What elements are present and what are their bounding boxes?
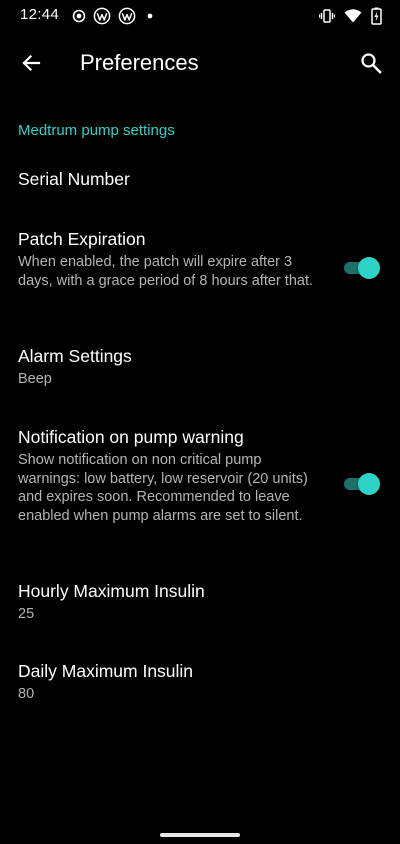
wordpress-icon xyxy=(93,7,111,25)
battery-charging-icon xyxy=(371,7,382,25)
pref-title: Serial Number xyxy=(18,169,130,189)
record-icon xyxy=(72,9,86,23)
status-bar: 12:44 xyxy=(0,0,400,32)
pump-warning-notification-toggle[interactable] xyxy=(342,472,380,495)
category-header: Medtrum pump settings xyxy=(18,122,175,139)
pref-summary: When enabled, the patch will expire afte… xyxy=(18,254,313,289)
switch-thumb xyxy=(358,473,380,495)
pref-notification-pump-warning[interactable]: Notification on pump warning Show notifi… xyxy=(18,426,318,525)
pref-alarm-settings[interactable]: Alarm Settings Beep xyxy=(18,345,318,389)
back-button[interactable] xyxy=(14,46,48,80)
status-time: 12:44 xyxy=(20,6,60,23)
page-title: Preferences xyxy=(80,50,199,75)
pref-title: Alarm Settings xyxy=(18,346,132,366)
pref-title: Patch Expiration xyxy=(18,229,146,249)
pref-hourly-max-insulin[interactable]: Hourly Maximum Insulin 25 xyxy=(18,580,318,624)
pref-patch-expiration[interactable]: Patch Expiration When enabled, the patch… xyxy=(18,228,318,290)
wordpress-icon xyxy=(118,7,136,25)
pref-serial-number[interactable]: Serial Number xyxy=(18,168,318,190)
switch-thumb xyxy=(358,257,380,279)
app-bar: Preferences xyxy=(0,32,400,92)
arrow-back-icon xyxy=(20,52,42,74)
pref-summary: Show notification on non critical pump w… xyxy=(18,452,308,524)
gesture-nav-bar[interactable] xyxy=(160,833,240,837)
search-icon xyxy=(360,52,382,74)
vibrate-icon xyxy=(319,8,335,24)
pref-title: Notification on pump warning xyxy=(18,427,244,447)
search-button[interactable] xyxy=(354,46,388,80)
wifi-icon xyxy=(344,9,362,23)
status-system-icons xyxy=(319,6,382,26)
pref-title: Daily Maximum Insulin xyxy=(18,661,194,681)
pref-summary: Beep xyxy=(18,371,52,387)
pref-summary: 80 xyxy=(18,686,35,702)
pref-title: Hourly Maximum Insulin xyxy=(18,581,205,601)
status-notification-icons xyxy=(72,6,157,26)
dot-icon xyxy=(143,9,157,23)
pref-daily-max-insulin[interactable]: Daily Maximum Insulin 80 xyxy=(18,660,318,704)
patch-expiration-toggle[interactable] xyxy=(342,256,380,279)
pref-summary: 25 xyxy=(18,606,35,622)
